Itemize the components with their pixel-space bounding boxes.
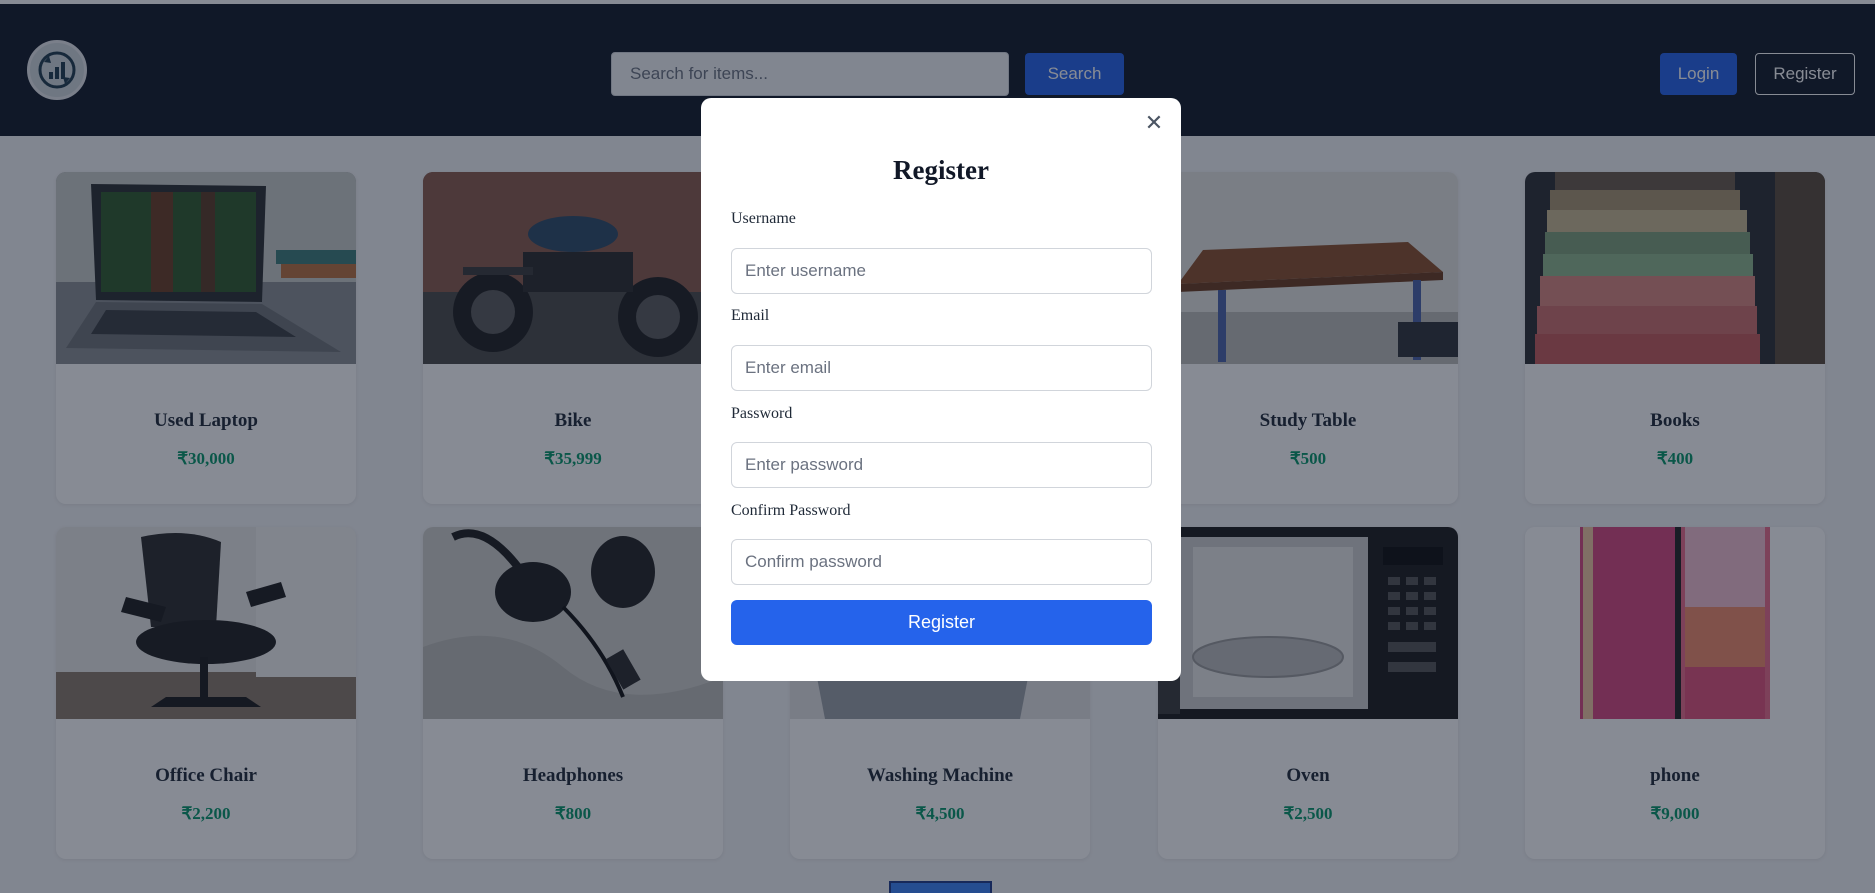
confirm-password-field[interactable] <box>731 539 1152 585</box>
register-modal: ✕ Register Username Email Password Confi… <box>701 98 1181 681</box>
password-label: Password <box>731 405 793 422</box>
modal-title: Register <box>893 155 989 185</box>
username-field[interactable] <box>731 248 1152 294</box>
password-field[interactable] <box>731 442 1152 488</box>
close-icon[interactable]: ✕ <box>1142 112 1166 136</box>
register-submit-button[interactable]: Register <box>731 600 1152 645</box>
username-label: Username <box>731 210 796 227</box>
email-label: Email <box>731 307 770 324</box>
confirm-password-label: Confirm Password <box>731 502 851 519</box>
email-field[interactable] <box>731 345 1152 391</box>
